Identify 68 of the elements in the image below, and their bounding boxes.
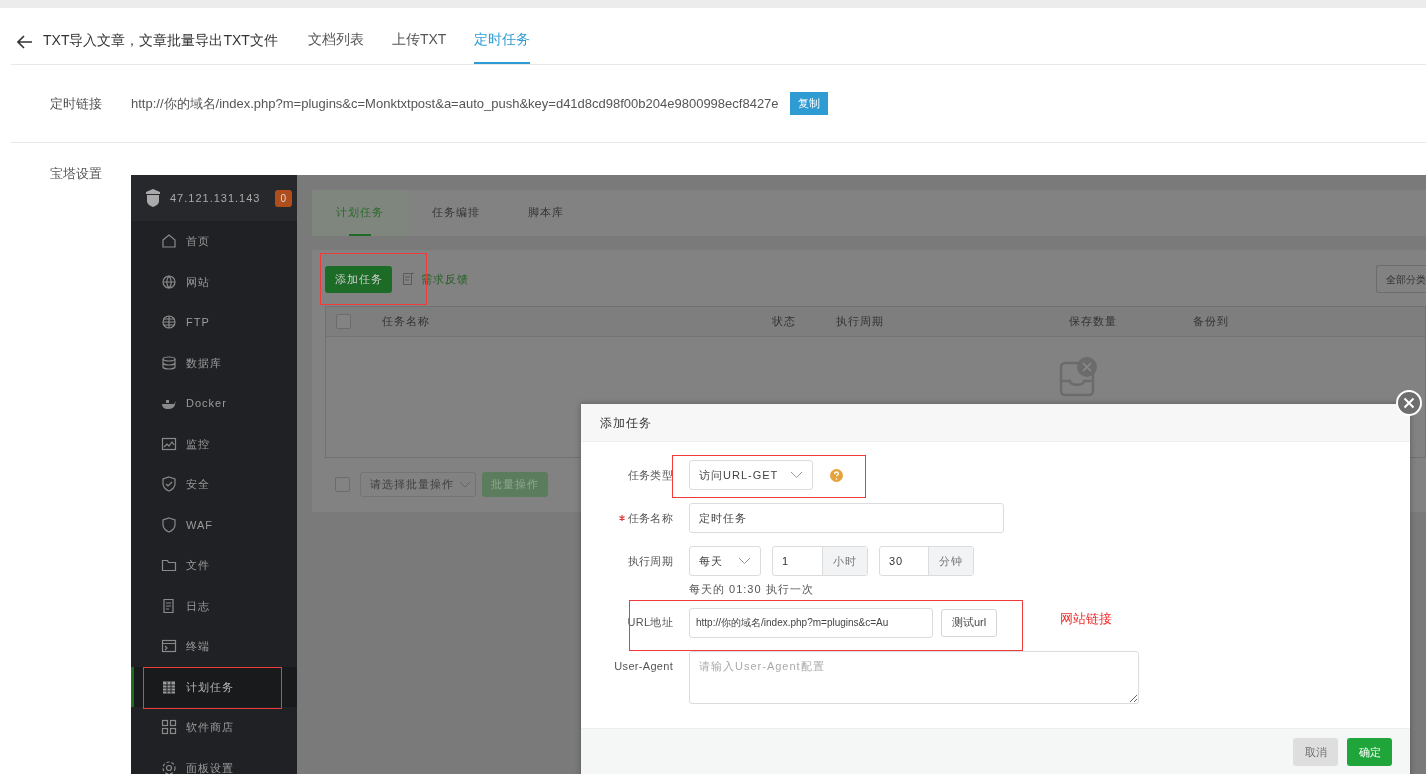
shield-icon xyxy=(161,516,177,533)
chart-window-icon xyxy=(161,435,177,452)
column-header: 执行周期 xyxy=(836,314,885,330)
sidebar-item[interactable]: 面板设置 xyxy=(131,747,297,774)
globe-icon xyxy=(161,273,177,290)
field-label: 执行周期 xyxy=(627,553,673,569)
nav-tab[interactable]: 文档列表 xyxy=(307,29,364,64)
field-label: User-Agent xyxy=(614,658,673,674)
user-agent-field[interactable]: 请输入User-Agent配置 xyxy=(689,650,1139,704)
add-task-button[interactable]: 添加任务 xyxy=(325,265,392,293)
sidebar-item[interactable]: 软件商店 xyxy=(131,707,297,748)
nav-tab[interactable]: 定时任务 xyxy=(474,29,531,64)
sidebar-item[interactable]: Docker xyxy=(131,383,297,424)
sidebar-item[interactable]: 首页 xyxy=(131,221,297,262)
empty-inbox-icon xyxy=(1059,357,1099,397)
sidebar-item[interactable]: 终端 xyxy=(131,626,297,667)
field-label: 宝塔设置 xyxy=(49,165,103,183)
globe-icon xyxy=(161,314,177,331)
document-icon xyxy=(161,597,177,614)
alert-count: 0 xyxy=(275,189,292,207)
column-header: 状态 xyxy=(772,314,797,330)
column-header: 保存数量 xyxy=(1069,314,1118,330)
terminal-icon xyxy=(161,638,177,655)
back-arrow-icon[interactable] xyxy=(17,35,33,49)
hour-field[interactable]: 1 小时 xyxy=(772,546,868,576)
annotation-text: 网站链接 xyxy=(1060,610,1112,628)
minute-field[interactable]: 30 分钟 xyxy=(879,546,974,576)
cron-url: http://你的域名/index.php?m=plugins&c=Monktxtpost&a=auto_push&key=d41d8cd98f00b204e9800998ecf8427e xyxy=(131,94,779,113)
field-label: 任务类型 xyxy=(627,467,673,483)
dialog-title: 添加任务 xyxy=(581,404,1410,442)
server-ip: 47.121.131.143 xyxy=(170,190,261,206)
copy-button[interactable]: 复制 xyxy=(789,92,828,115)
sidebar-item[interactable]: 安全 xyxy=(131,464,297,505)
task-name-field[interactable]: 定时任务 xyxy=(689,503,1004,533)
chevron-down-icon xyxy=(790,471,803,479)
sidebar-item[interactable]: FTP xyxy=(131,302,297,343)
grid-icon xyxy=(161,719,177,736)
panel-tab[interactable]: 脚本库 xyxy=(504,190,588,236)
url-field[interactable]: http://你的域名/index.php?m=plugins&c=Au xyxy=(689,607,933,638)
category-filter[interactable]: 全部分类 xyxy=(1376,265,1426,293)
sidebar-item[interactable]: WAF xyxy=(131,504,297,545)
home-icon xyxy=(161,233,177,250)
settings-icon xyxy=(161,759,177,774)
edit-icon xyxy=(402,272,415,286)
sidebar-item[interactable]: 日志 xyxy=(131,585,297,626)
chevron-down-icon xyxy=(459,480,471,489)
server-logo-icon xyxy=(145,189,161,207)
sidebar-item[interactable]: 计划任务 xyxy=(131,666,297,707)
frequency-select[interactable]: 每天 xyxy=(689,546,761,576)
field-label: 定时链接 xyxy=(49,94,103,113)
sidebar-item[interactable]: 文件 xyxy=(131,545,297,586)
nav-tab[interactable]: 上传TXT xyxy=(391,29,447,64)
column-header: 备份到 xyxy=(1193,314,1230,330)
field-label: 任务名称 xyxy=(627,510,673,526)
sidebar-item[interactable]: 数据库 xyxy=(131,342,297,383)
chevron-down-icon xyxy=(738,557,751,565)
panel-tab[interactable]: 任务编排 xyxy=(408,190,504,236)
confirm-button[interactable]: 确定 xyxy=(1347,738,1392,766)
sidebar-item[interactable]: 网站 xyxy=(131,261,297,302)
page-title: TXT导入文章，文章批量导出TXT文件 xyxy=(43,31,278,50)
column-header: 任务名称 xyxy=(382,314,431,330)
task-type-select[interactable]: 访问URL-GET xyxy=(689,460,813,490)
sidebar-item[interactable]: 监控 xyxy=(131,423,297,464)
folder-icon xyxy=(161,557,177,574)
schedule-hint: 每天的 01:30 执行一次 xyxy=(689,582,815,597)
test-url-button[interactable]: 测试url xyxy=(941,608,998,637)
database-icon xyxy=(161,354,177,371)
shield-icon xyxy=(161,476,177,493)
